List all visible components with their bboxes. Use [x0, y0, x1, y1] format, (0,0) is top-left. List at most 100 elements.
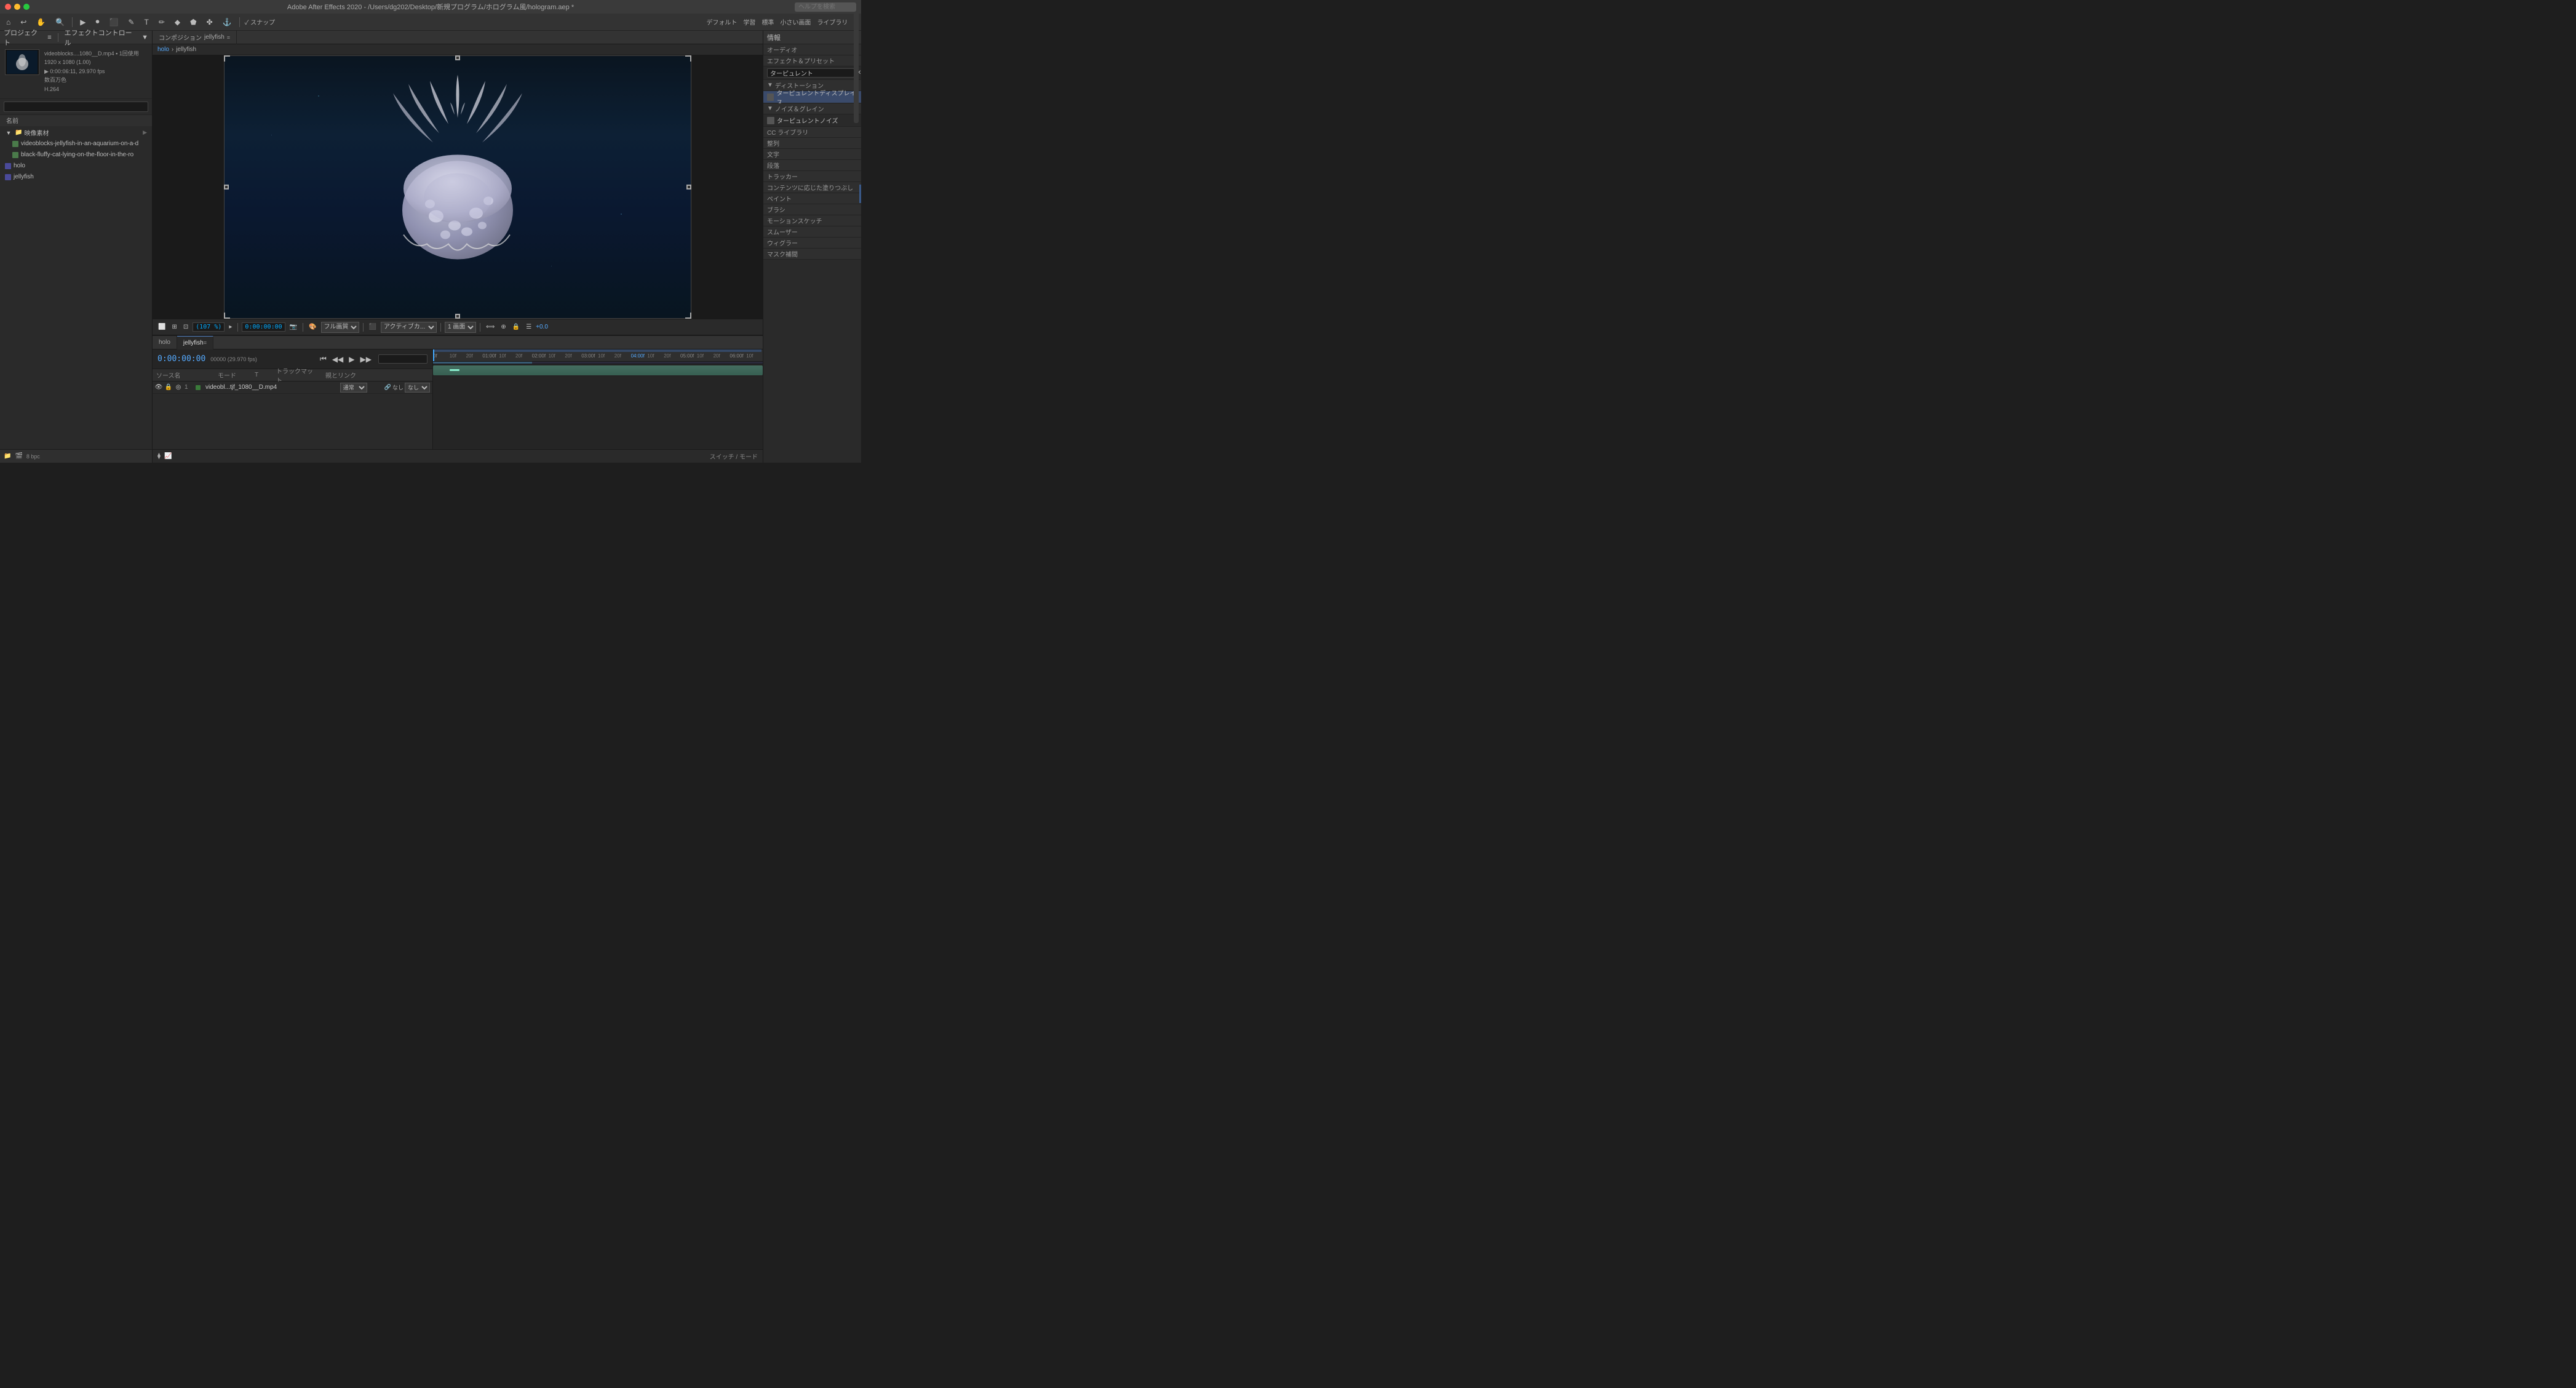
composition-viewer[interactable]: [153, 55, 763, 319]
viewer-timecode[interactable]: 0:00:00:00: [242, 322, 285, 332]
handle-mt[interactable]: [455, 55, 460, 60]
smoother-section[interactable]: スムーザー: [763, 226, 861, 237]
tracker-section[interactable]: トラッカー: [763, 171, 861, 182]
motion-sketch-section[interactable]: モーションスケッチ: [763, 215, 861, 226]
breadcrumb-holo[interactable]: holo: [157, 46, 169, 53]
effects-search-input[interactable]: [767, 68, 854, 78]
audio-section[interactable]: オーディオ: [763, 44, 861, 55]
tree-item-holo[interactable]: holo: [0, 161, 152, 172]
viewer-zoom-toggle[interactable]: ▸: [227, 323, 234, 331]
thumbnail-info: videoblocks....1080__D.mp4 ▪ 1回使用 1920 x…: [44, 49, 139, 94]
tl-graph-editor[interactable]: 📈: [164, 453, 172, 460]
viewer-btn2[interactable]: ⊕: [499, 323, 507, 331]
tool5[interactable]: ◆: [172, 17, 183, 28]
tl-tab-holo[interactable]: holo: [153, 336, 177, 349]
layer-solo-toggle[interactable]: ◎: [175, 384, 182, 391]
tree-item-jellyfish-file[interactable]: videoblocks-jellyfish-in-an-aquarium-on-…: [0, 138, 152, 150]
hand-tool[interactable]: ✋: [34, 17, 48, 28]
tree-item-footage[interactable]: ▼ 📁 映像素材 ▶: [0, 127, 152, 138]
viewer-grid-btn[interactable]: ⊞: [170, 323, 178, 331]
parent-select[interactable]: なし: [405, 383, 430, 393]
viewer-btn4[interactable]: ☰: [524, 323, 533, 331]
tl-layer-1: 👁 🔒 ◎ 1 videobl...tjf_1080__D.mp4 通常 🔗 な…: [153, 381, 432, 394]
timecode-display[interactable]: 0:00:00:00: [157, 354, 205, 364]
align-section[interactable]: 整列: [763, 138, 861, 149]
tl-tab-jellyfish[interactable]: jellyfish ≡: [177, 336, 213, 349]
help-search[interactable]: [795, 2, 856, 12]
paint-section[interactable]: ペイント: [763, 193, 861, 204]
tree-item-cat-file[interactable]: black-fluffy-cat-lying-on-the-floor-in-t…: [0, 150, 152, 161]
handle-tl[interactable]: [224, 55, 230, 62]
turbulent-noise-item[interactable]: ターピュレントノイズ: [763, 114, 861, 127]
noise-grain-section[interactable]: ▼ ノイズ＆グレイン: [763, 103, 861, 114]
text-section[interactable]: 文字: [763, 149, 861, 160]
titlebar: Adobe After Effects 2020 - /Users/dg202/…: [0, 0, 861, 14]
back-btn[interactable]: ↩: [18, 17, 29, 28]
handle-br[interactable]: [685, 313, 691, 319]
workspace-small[interactable]: 小さい画面: [780, 17, 811, 26]
timeline-ruler[interactable]: 0f 10f 20f 01:00f 10f 20f 02:00f 10f 20f…: [433, 349, 763, 362]
layer-mode-select[interactable]: 通常: [340, 383, 367, 393]
tool7[interactable]: ✤: [204, 17, 215, 28]
turbulent-displace-item[interactable]: ターピュレントディスプレイス: [763, 91, 861, 103]
record-btn[interactable]: ⏺: [93, 16, 101, 28]
tool4[interactable]: ✏: [156, 17, 167, 28]
maximize-button[interactable]: [23, 4, 30, 10]
view-select[interactable]: アクティブカ...: [381, 322, 437, 333]
viewer-safe-btn[interactable]: ⊡: [181, 323, 190, 331]
viewer-btn1[interactable]: ⟺: [484, 323, 496, 331]
workspace-default[interactable]: デフォルト: [706, 17, 737, 26]
paragraph-section[interactable]: 段落: [763, 160, 861, 171]
breadcrumb-jellyfish[interactable]: jellyfish: [176, 46, 196, 53]
cc-library-section[interactable]: CC ライブラリ: [763, 127, 861, 138]
handle-tr[interactable]: [685, 55, 691, 62]
new-comp-btn[interactable]: 🎬: [15, 453, 22, 460]
tool1[interactable]: ⬛: [106, 17, 121, 28]
new-folder-btn[interactable]: 📁: [4, 453, 11, 460]
viewer-color-btn[interactable]: 🎨: [307, 323, 318, 331]
pb-prev[interactable]: ◀◀: [330, 354, 345, 364]
pb-next[interactable]: ▶▶: [359, 354, 373, 364]
handle-bl[interactable]: [224, 313, 230, 319]
tool6[interactable]: ⬟: [188, 17, 199, 28]
tool3[interactable]: T: [141, 17, 151, 28]
home-btn[interactable]: ⌂: [4, 17, 13, 28]
pb-play[interactable]: ▶: [347, 354, 356, 364]
tool2[interactable]: ✎: [125, 17, 137, 28]
channel-select[interactable]: 1 画面: [445, 322, 476, 333]
quality-select[interactable]: フル画質 1/2 1/4: [321, 322, 359, 333]
close-button[interactable]: [5, 4, 11, 10]
tree-item-jellyfish-comp[interactable]: jellyfish: [0, 172, 152, 183]
viewer-camera-btn[interactable]: 📷: [288, 323, 299, 331]
tl-add-keyframe[interactable]: ⧫: [157, 453, 161, 460]
window-controls[interactable]: [5, 4, 30, 10]
mask-interp-section[interactable]: マスク補間: [763, 249, 861, 260]
ruler-1m: 01:00f: [482, 353, 496, 359]
workspace-standard[interactable]: 標準: [761, 17, 774, 26]
timeline-search[interactable]: [378, 354, 427, 364]
layer-clip-bar[interactable]: [433, 365, 763, 375]
minimize-button[interactable]: [14, 4, 20, 10]
workspace-learn[interactable]: 学習: [743, 17, 755, 26]
brush-section[interactable]: ブラシ: [763, 204, 861, 215]
zoom-tool[interactable]: 🔍: [53, 17, 67, 28]
layer-eye-toggle[interactable]: 👁: [155, 384, 162, 391]
handle-mb[interactable]: [455, 314, 460, 319]
content-aware-section[interactable]: コンテンツに応じた塗りつぶし: [763, 182, 861, 193]
tool8[interactable]: ⚓: [220, 17, 234, 28]
comp-icon-jellyfish: [5, 174, 11, 180]
viewer-toggle-btn[interactable]: ⬛: [367, 323, 378, 331]
wiggler-section[interactable]: ウィグラー: [763, 237, 861, 249]
project-menu-icon[interactable]: ≡: [47, 34, 51, 41]
viewer-btn3[interactable]: 🔒: [511, 323, 522, 331]
effects-presets-section[interactable]: エフェクト＆プリセット ≡: [763, 55, 861, 66]
project-search-input[interactable]: [4, 102, 148, 112]
viewer-fit-btn[interactable]: ⬜: [156, 323, 167, 331]
pb-goto-start[interactable]: ⏮: [318, 354, 328, 364]
handle-mr[interactable]: [686, 185, 691, 189]
layer-lock-toggle[interactable]: 🔒: [165, 384, 172, 391]
comp-tab-composition[interactable]: コンポジション jellyfish ≡: [153, 31, 237, 44]
handle-ml[interactable]: [224, 185, 229, 189]
play-btn[interactable]: ▶: [78, 17, 88, 28]
workspace-library[interactable]: ライブラリ: [817, 17, 848, 26]
